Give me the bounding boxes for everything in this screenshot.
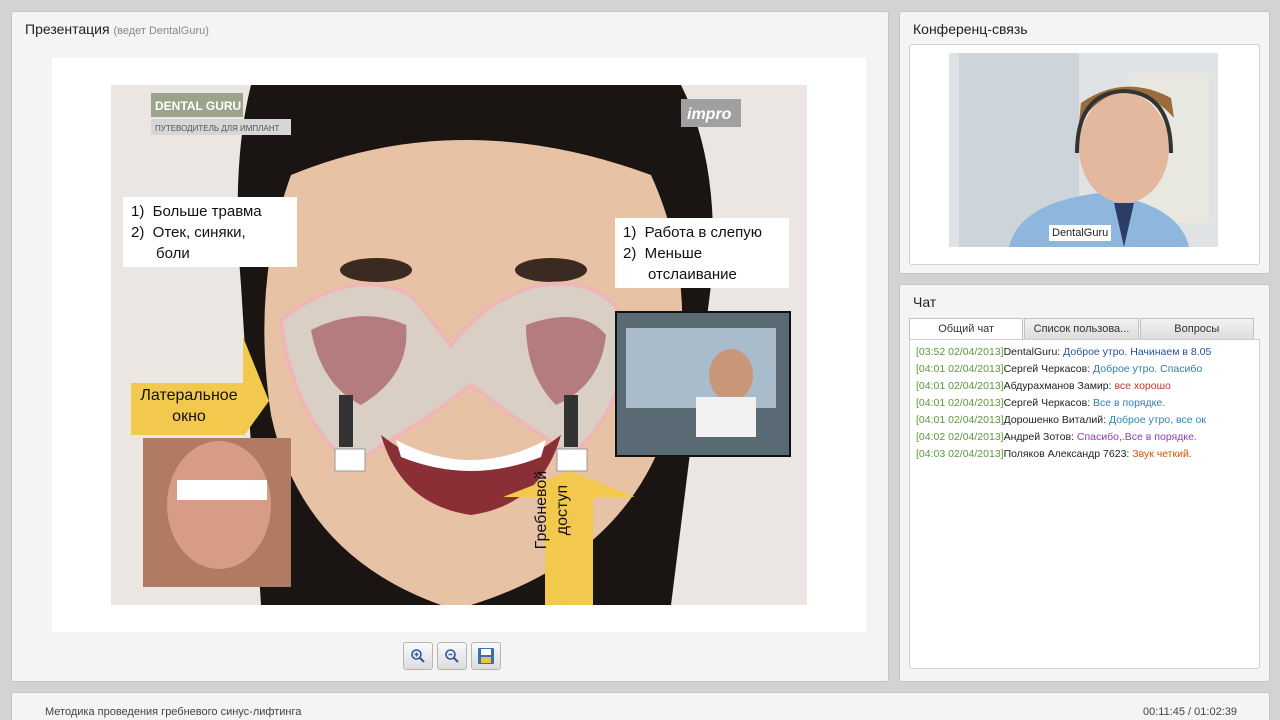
message-author: Абдурахманов Замир:	[1003, 380, 1112, 392]
message-author: Сергей Черкасов:	[1003, 363, 1091, 375]
presentation-title-text: Презентация	[25, 21, 110, 37]
message-author: Сергей Черкасов:	[1003, 397, 1091, 409]
left-list-item: 1) Больше травма	[131, 203, 262, 220]
chat-message: [04:01 02/04/2013]Абдурахманов Замир: вс…	[916, 378, 1253, 395]
message-timestamp: [03:52 02/04/2013]	[916, 346, 1004, 358]
message-timestamp: [04:01 02/04/2013]	[916, 397, 1004, 409]
lateral-label: Латеральное окно	[139, 385, 239, 427]
lateral-label-line: Латеральное	[140, 387, 238, 404]
lecture-title: Методика проведения гребневого синус-лиф…	[45, 706, 302, 718]
crest-label: Гребневой доступ	[531, 455, 573, 565]
slide-toolbar	[403, 642, 501, 670]
slide-area: DENTAL GURU ПУТЕВОДИТЕЛЬ ДЛЯ ИМПЛАНТ imp…	[52, 58, 866, 632]
zoom-out-button[interactable]	[437, 642, 467, 670]
slide-image: DENTAL GURU ПУТЕВОДИТЕЛЬ ДЛЯ ИМПЛАНТ imp…	[111, 85, 807, 605]
chat-title: Чат	[913, 294, 937, 310]
right-list: 1) Работа в слепую 2) Меньше отслаивание	[623, 222, 762, 285]
message-timestamp: [04:01 02/04/2013]	[916, 363, 1004, 375]
left-list-item: 2) Отек, синяки,	[131, 224, 246, 241]
left-list: 1) Больше травма 2) Отек, синяки, боли	[131, 201, 262, 264]
message-timestamp: [04:01 02/04/2013]	[916, 414, 1004, 426]
zoom-in-button[interactable]	[403, 642, 433, 670]
message-text: Доброе утро. Спасибо	[1093, 363, 1203, 375]
chat-message: [04:01 02/04/2013]Дорошенко Виталий: Доб…	[916, 412, 1253, 429]
save-button[interactable]	[471, 642, 501, 670]
message-text: Доброе утро. Начинаем в 8.05	[1063, 346, 1212, 358]
message-text: Звук четкий.	[1132, 448, 1192, 460]
chat-message: [03:52 02/04/2013]DentalGuru: Доброе утр…	[916, 344, 1253, 361]
playback-time: 00:11:45 / 01:02:39	[1143, 706, 1237, 718]
message-text: Спасибо,.Все в порядке.	[1076, 431, 1197, 443]
lateral-label-line: окно	[172, 408, 206, 425]
message-author: Дорошенко Виталий:	[1003, 414, 1107, 426]
presentation-title: Презентация (ведет DentalGuru)	[25, 21, 209, 37]
video-feed[interactable]: DentalGuru	[949, 53, 1218, 247]
crest-label-line: Гребневой	[533, 470, 550, 550]
tab-user-list[interactable]: Список пользова...	[1024, 318, 1139, 339]
video-container: DentalGuru	[909, 44, 1260, 265]
tab-general-chat[interactable]: Общий чат	[909, 318, 1024, 339]
zoom-in-icon	[411, 649, 425, 663]
chat-message: [04:03 02/04/2013]Поляков Александр 7623…	[916, 446, 1253, 463]
brand-right: impro	[687, 106, 732, 123]
video-label: DentalGuru	[1049, 225, 1112, 241]
message-author: DentalGuru:	[1003, 346, 1061, 358]
message-timestamp: [04:01 02/04/2013]	[916, 380, 1004, 392]
message-text: Все в порядке.	[1093, 397, 1166, 409]
message-author: Андрей Зотов:	[1003, 431, 1074, 443]
chat-panel: Чат Общий чат Список пользова... Вопросы…	[899, 284, 1270, 682]
chat-tabs: Общий чат Список пользова... Вопросы	[909, 318, 1255, 339]
save-icon	[478, 648, 494, 664]
presentation-panel: Презентация (ведет DentalGuru) DENTAL GU…	[11, 11, 889, 682]
message-timestamp: [04:02 02/04/2013]	[916, 431, 1004, 443]
message-text: Доброе утро, все ок	[1108, 414, 1206, 426]
left-list-item: боли	[131, 245, 190, 262]
presentation-host: (ведет DentalGuru)	[113, 25, 209, 37]
footer-bar: Методика проведения гребневого синус-лиф…	[11, 692, 1270, 720]
slide-illustration: DENTAL GURU ПУТЕВОДИТЕЛЬ ДЛЯ ИМПЛАНТ imp…	[111, 85, 807, 605]
chat-message: [04:02 02/04/2013]Андрей Зотов: Спасибо,…	[916, 429, 1253, 446]
message-text: все хорошо	[1114, 380, 1171, 392]
chat-messages[interactable]: [03:52 02/04/2013]DentalGuru: Доброе утр…	[909, 339, 1260, 669]
conference-panel: Конференц-связь DentalGuru	[899, 11, 1270, 274]
crest-label-line: доступ	[554, 484, 571, 536]
tab-questions[interactable]: Вопросы	[1139, 318, 1254, 339]
video-image	[949, 53, 1218, 247]
message-author: Поляков Александр 7623:	[1003, 448, 1130, 460]
chat-message: [04:01 02/04/2013]Сергей Черкасов: Добро…	[916, 361, 1253, 378]
right-list-item: отслаивание	[623, 266, 737, 283]
zoom-out-icon	[445, 649, 459, 663]
logo-subtext: ПУТЕВОДИТЕЛЬ ДЛЯ ИМПЛАНТ	[155, 124, 279, 133]
conference-title: Конференц-связь	[913, 21, 1028, 37]
right-list-item: 2) Меньше	[623, 245, 703, 262]
message-timestamp: [04:03 02/04/2013]	[916, 448, 1004, 460]
logo-text: DENTAL GURU	[155, 99, 241, 113]
right-list-item: 1) Работа в слепую	[623, 224, 762, 241]
chat-message: [04:01 02/04/2013]Сергей Черкасов: Все в…	[916, 395, 1253, 412]
